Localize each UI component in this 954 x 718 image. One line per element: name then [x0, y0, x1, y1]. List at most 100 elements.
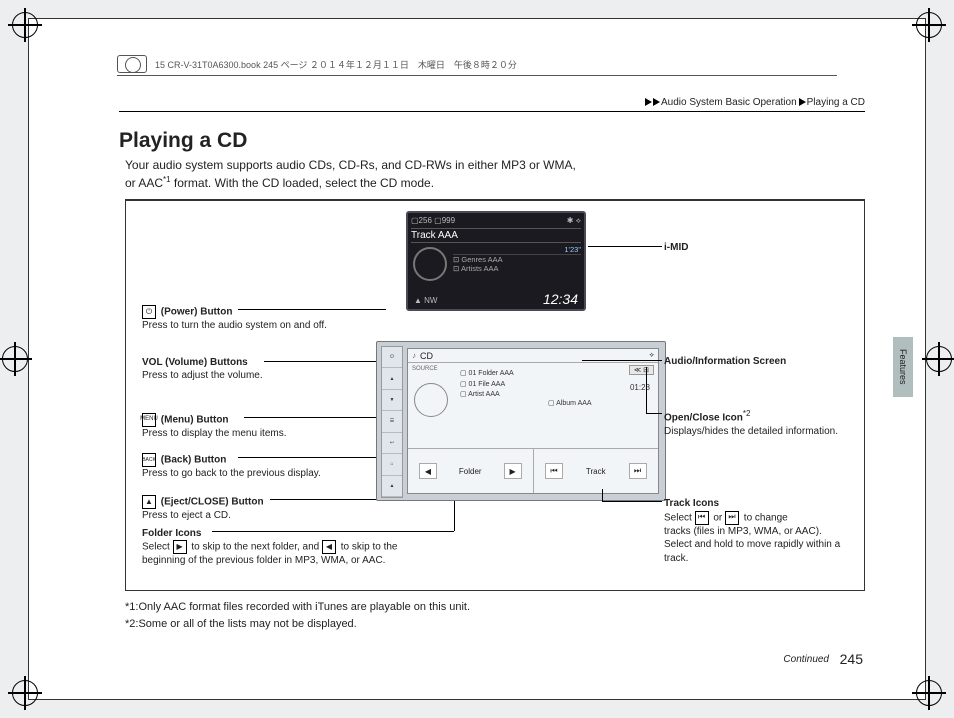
intro-text: Your audio system supports audio CDs, CD… — [125, 157, 576, 193]
menu-button[interactable]: ☰ — [382, 411, 402, 432]
open-close-icon[interactable]: ≪ ⊟ — [629, 365, 654, 375]
leader — [270, 499, 392, 500]
breadcrumb: Audio System Basic OperationPlaying a CD — [645, 97, 865, 108]
intro-line2: or AAC — [125, 176, 163, 190]
vol-desc: Press to adjust the volume. — [142, 370, 263, 381]
label-imid: i-MID — [664, 241, 688, 255]
back-desc: Press to go back to the previous display… — [142, 468, 321, 479]
intro-sup: *1 — [163, 175, 171, 184]
tracks-d3: to change — [741, 512, 788, 523]
tracks-d2: or — [711, 512, 725, 523]
menu-title: (Menu) Button — [158, 415, 229, 426]
ais-source-panel: SOURCE ≪ ⊟ ▢ 01 Folder AAA ▢ 01 File AAA… — [408, 363, 658, 449]
power-desc: Press to turn the audio system on and of… — [142, 320, 327, 331]
home-button[interactable]: ⌂ — [382, 454, 402, 475]
leader — [588, 246, 662, 247]
folder-d3: to skip to the — [338, 542, 397, 553]
imid-top: ▢256 ▢999 — [411, 216, 455, 226]
ais-source-label: SOURCE — [412, 366, 438, 372]
leader — [602, 501, 662, 502]
imid-duration: 1'23" — [453, 245, 581, 255]
folder-title: Folder Icons — [142, 528, 201, 539]
track-next-icon: ⏭ — [725, 511, 739, 525]
ais-folder: ▢ 01 Folder AAA — [460, 369, 514, 380]
power-button[interactable]: ⏻ — [382, 347, 402, 368]
tracks-d1: Select — [664, 512, 695, 523]
manual-page: 15 CR-V-31T0A6300.book 245 ページ ２０１４年１２月１… — [28, 18, 926, 700]
section-tab: Features — [893, 337, 913, 397]
track-prev-icon: ⏮ — [695, 511, 709, 525]
eject-title: (Eject/CLOSE) Button — [158, 497, 264, 508]
back-button[interactable]: ↩ — [382, 433, 402, 454]
leader — [238, 309, 386, 310]
continued-label: Continued — [783, 654, 829, 665]
folder-d4: beginning of the previous folder in MP3,… — [142, 555, 385, 566]
file-header-text: 15 CR-V-31T0A6300.book 245 ページ ２０１４年１２月１… — [155, 58, 517, 71]
next-folder-icon: ▶ — [173, 540, 187, 554]
registration-mark-icon — [8, 676, 42, 710]
file-header: 15 CR-V-31T0A6300.book 245 ページ ２０１４年１２月１… — [117, 55, 837, 76]
registration-mark-icon — [912, 676, 946, 710]
audio-info-screen: ⏻ ▲ ▼ ☰ ↩ ⌂ ▲ CD⟡ SOURCE ≪ ⊟ ▢ 01 Folder… — [376, 341, 666, 501]
leader — [602, 489, 603, 501]
registration-mark-icon — [0, 342, 32, 376]
book-icon — [117, 55, 147, 73]
oc-sup: *2 — [743, 409, 751, 418]
ais-file-list: ▢ 01 Folder AAA ▢ 01 File AAA ▢ Artist A… — [460, 369, 514, 401]
page-number: 245 — [840, 651, 863, 667]
imid-title: i-MID — [664, 242, 688, 253]
footnotes: *1:Only AAC format files recorded with i… — [125, 599, 470, 632]
track-label: Track — [586, 467, 606, 476]
vol-up-button[interactable]: ▲ — [382, 368, 402, 389]
footnote-1: *1:Only AAC format files recorded with i… — [125, 599, 470, 616]
ais-display: CD⟡ SOURCE ≪ ⊟ ▢ 01 Folder AAA ▢ 01 File… — [407, 348, 659, 494]
leader — [212, 531, 454, 532]
label-folder: Folder Icons Select ▶ to skip to the nex… — [142, 527, 572, 567]
oc-desc: Displays/hides the detailed information. — [664, 426, 838, 437]
eject-button[interactable]: ▲ — [382, 476, 402, 497]
arrow-icon — [799, 98, 806, 106]
top-rule — [119, 111, 865, 112]
arrow-icon — [645, 98, 652, 106]
registration-mark-icon — [912, 8, 946, 42]
imid-genre: ⊡ Genres AAA — [453, 255, 581, 264]
label-tracks: Track Icons Select ⏮ or ⏭ to change trac… — [664, 497, 854, 565]
intro-line1: Your audio system supports audio CDs, CD… — [125, 158, 576, 172]
power-icon: ⏻ — [142, 305, 156, 319]
registration-mark-icon — [8, 8, 42, 42]
cd-icon — [413, 247, 447, 281]
menu-desc: Press to display the menu items. — [142, 428, 287, 439]
prev-folder-icon: ◀ — [322, 540, 336, 554]
imid-clock: 12:34 — [543, 291, 578, 307]
vol-down-button[interactable]: ▼ — [382, 390, 402, 411]
leader — [238, 457, 390, 458]
folder-d1: Select — [142, 542, 173, 553]
back-icon: BACK — [142, 453, 156, 467]
ais-artist: ▢ Artist AAA — [460, 390, 514, 401]
leader — [582, 360, 662, 361]
oc-title: Open/Close Icon — [664, 412, 743, 423]
ais-title: Audio/Information Screen — [664, 356, 786, 367]
cd-icon — [414, 383, 448, 417]
folder-next-button[interactable]: ▶ — [504, 463, 522, 479]
leader — [646, 413, 662, 414]
imid-body: 1'23" ⊡ Genres AAA ⊡ Artists AAA — [411, 245, 581, 283]
back-title: (Back) Button — [158, 455, 226, 466]
registration-mark-icon — [922, 342, 954, 376]
leader — [244, 417, 386, 418]
leader — [646, 367, 647, 413]
tracks-d4: tracks (files in MP3, WMA, or AAC). — [664, 526, 822, 537]
folder-d2: to skip to the next folder, and — [189, 542, 322, 553]
arrow-icon — [653, 98, 660, 106]
ais-header: CD⟡ — [408, 349, 658, 363]
imid-compass: ▲ NW — [414, 296, 437, 305]
label-ais: Audio/Information Screen — [664, 355, 786, 369]
folder-label: Folder — [459, 467, 482, 476]
ais-elapsed: 01:23 — [630, 383, 650, 392]
folder-prev-button[interactable]: ◀ — [419, 463, 437, 479]
track-next-button[interactable]: ⏭ — [629, 463, 647, 479]
breadcrumb-b: Playing a CD — [807, 97, 865, 108]
track-prev-button[interactable]: ⏮ — [545, 463, 563, 479]
page-title: Playing a CD — [119, 129, 247, 153]
imid-top-row: ▢256 ▢999 ✱ ⟡ — [411, 216, 581, 226]
